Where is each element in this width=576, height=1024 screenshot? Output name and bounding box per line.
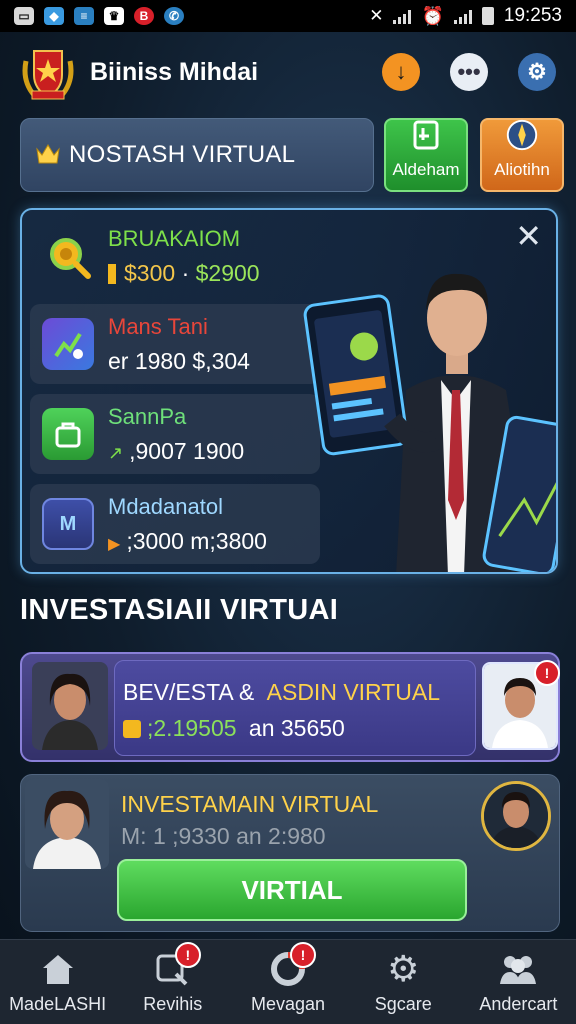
- banner-title: NOSTASH VIRTUAL: [69, 141, 296, 168]
- row-value: ;3000 m;3800: [126, 527, 267, 554]
- row-value-a: $300: [124, 259, 176, 286]
- home-icon: [38, 950, 78, 988]
- list-item[interactable]: Mans Tani er 1980 $,304: [30, 304, 320, 384]
- card-title-b: ASDIN VIRTUAL: [266, 679, 441, 705]
- gear-icon: ⚙: [527, 59, 547, 84]
- status-bar: ▭ ◆ ≡ ♛ B ✆ ✕ ⏰ 19:253: [0, 0, 576, 32]
- row-name: Mans Tani: [108, 313, 208, 339]
- search-icon: !: [153, 941, 201, 988]
- chat-dots-icon: •••: [457, 59, 481, 84]
- businessman-illustration: [296, 240, 556, 572]
- nav-label: MadeLASHI: [9, 993, 107, 1014]
- m-logo-icon: M: [42, 498, 94, 550]
- play-arrow-icon: ▶: [108, 535, 121, 553]
- investment-card[interactable]: BEV/ESTA & ASDIN VIRTUAL ;2.19505 an 356…: [20, 652, 560, 762]
- signal-icon: [393, 8, 412, 24]
- row-name: BRUAKAIOM: [108, 225, 241, 251]
- list-item[interactable]: SannPa ↗ ,9007 1900: [30, 394, 320, 474]
- compass-icon: [504, 118, 540, 152]
- investment-card-2[interactable]: INVESTAMAIN VIRTUAL M: 1 ;9330 an 2:980 …: [20, 774, 560, 932]
- chat-button[interactable]: •••: [450, 53, 488, 91]
- investment-card-body: BEV/ESTA & ASDIN VIRTUAL ;2.19505 an 356…: [114, 660, 476, 756]
- nav-label: Sgcare: [374, 993, 432, 1014]
- avatar: [32, 662, 108, 750]
- nav-item-users[interactable]: Andercart: [461, 940, 576, 1024]
- battery-icon: [481, 7, 494, 25]
- gear-icon: ⚙: [387, 947, 420, 989]
- bottom-nav: MadeLASHI ! Revihis ! Mevagan ⚙ Sgcare A…: [0, 939, 576, 1024]
- list-item[interactable]: M Mdadanatol ▶ ;3000 m;3800: [30, 484, 320, 564]
- magnifier-coin-icon: [42, 230, 94, 282]
- alarm-icon: ⏰: [421, 5, 444, 26]
- section-title: INVESTASIAII VIRTUAI: [20, 594, 339, 626]
- notification-badge: !: [290, 941, 316, 968]
- signal-icon-2: [453, 8, 472, 24]
- coin-bar-icon: [108, 264, 116, 285]
- mute-icon: ✕: [369, 6, 384, 25]
- virtual-banner[interactable]: NOSTASH VIRTUAL: [20, 118, 374, 192]
- nav-label: Mevagan: [250, 993, 326, 1014]
- row-value-separator: ·: [181, 259, 190, 286]
- row-value: ,9007 1900: [129, 437, 245, 464]
- notification-badge: !: [534, 660, 560, 686]
- ring-icon: !: [268, 941, 316, 988]
- settings-button[interactable]: ⚙: [518, 53, 556, 91]
- avatar: [481, 781, 551, 851]
- card2-value: M: 1 ;9330 an 2:980: [121, 823, 326, 849]
- hand-touch-icon: [408, 118, 444, 152]
- market-panel: ✕ BRUAKAIOM $300 · $2900 Mans Tani er 19…: [20, 208, 558, 574]
- crown-notification-icon: ♛: [104, 7, 124, 25]
- gallery-notification-icon: ▭: [14, 7, 34, 25]
- app-title: Biiniss Mihdai: [90, 57, 259, 86]
- avatar: [25, 779, 109, 869]
- status-time: 19:253: [503, 5, 562, 26]
- download-button[interactable]: ↓: [382, 53, 420, 91]
- nav-item-home[interactable]: MadeLASHI: [0, 940, 115, 1024]
- card-title-a: BEV/ESTA &: [123, 679, 255, 705]
- card-value-a: ;2.19505: [147, 715, 237, 741]
- crown-badge-icon: [35, 141, 61, 170]
- b-notification-icon: B: [134, 7, 154, 25]
- card-value-b: an 35650: [248, 715, 345, 741]
- row-value-b: $2900: [195, 259, 260, 286]
- aldeham-tile-button[interactable]: Aldeham: [384, 118, 468, 192]
- app-notification-icon: ◆: [44, 7, 64, 25]
- nav-item-settings[interactable]: ⚙ Sgcare: [346, 940, 461, 1024]
- card2-title: INVESTAMAIN VIRTUAL: [121, 791, 379, 817]
- nav-item-messages[interactable]: ! Mevagan: [230, 940, 345, 1024]
- tile-label: Aliotihn: [494, 160, 550, 179]
- shield-logo-icon: [20, 41, 76, 103]
- row-value: er 1980 $,304: [108, 347, 250, 374]
- list-item[interactable]: BRUAKAIOM $300 · $2900: [30, 216, 320, 296]
- leaf-chart-icon: [42, 318, 94, 370]
- users-icon: [498, 950, 538, 988]
- nav-item-reviews[interactable]: ! Revihis: [115, 940, 230, 1024]
- app-header: Biiniss Mihdai ↓ ••• ⚙: [20, 36, 556, 108]
- tile-label: Aldeham: [392, 160, 460, 179]
- trend-icon: ↗: [108, 442, 124, 463]
- gold-coin-icon: [123, 720, 141, 738]
- row-name: SannPa: [108, 403, 187, 429]
- phone-notification-icon: ✆: [164, 7, 184, 25]
- notification-badge: !: [174, 941, 201, 968]
- nav-label: Andercart: [479, 993, 558, 1014]
- aliotihn-tile-button[interactable]: Aliotihn: [480, 118, 564, 192]
- arrow-down-icon: ↓: [395, 59, 407, 84]
- virtial-cta-button[interactable]: VIRTIAL: [117, 859, 467, 921]
- row-name: Mdadanatol: [108, 493, 223, 519]
- nav-label: Revihis: [143, 993, 203, 1014]
- bag-icon: [42, 408, 94, 460]
- list-notification-icon: ≡: [74, 7, 94, 25]
